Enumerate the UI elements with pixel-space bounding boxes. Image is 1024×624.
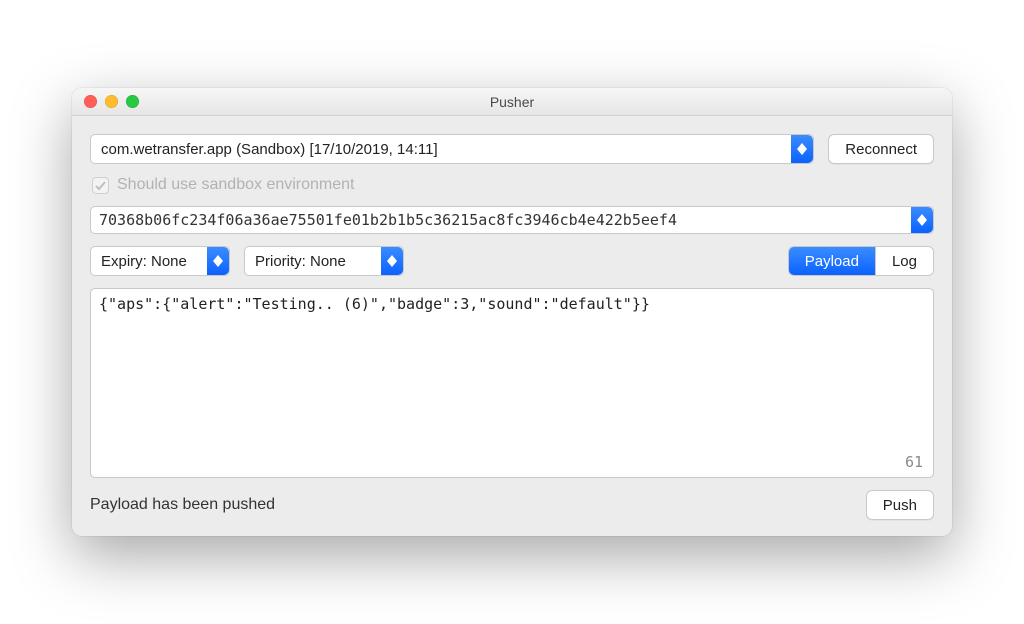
chevron-up-down-icon [791, 135, 813, 163]
push-label: Push [883, 497, 917, 514]
expiry-select[interactable]: Expiry: None [90, 246, 230, 276]
content-area: com.wetransfer.app (Sandbox) [17/10/2019… [72, 116, 952, 536]
status-text: Payload has been pushed [90, 496, 275, 514]
expiry-value: Expiry: None [101, 253, 187, 270]
tab-log-label: Log [892, 253, 917, 270]
sandbox-checkbox-label: Should use sandbox environment [117, 176, 355, 194]
app-identity-value: com.wetransfer.app (Sandbox) [17/10/2019… [101, 141, 438, 158]
priority-value: Priority: None [255, 253, 346, 270]
tab-log[interactable]: Log [875, 247, 933, 275]
device-token-select[interactable]: 70368b06fc234f06a36ae75501fe01b2b1b5c362… [90, 206, 934, 234]
window-title: Pusher [72, 94, 952, 110]
view-segment: Payload Log [788, 246, 934, 276]
reconnect-button[interactable]: Reconnect [828, 134, 934, 164]
priority-select[interactable]: Priority: None [244, 246, 404, 276]
reconnect-label: Reconnect [845, 141, 917, 158]
push-button[interactable]: Push [866, 490, 934, 520]
tab-payload-label: Payload [805, 253, 859, 270]
device-token-value: 70368b06fc234f06a36ae75501fe01b2b1b5c362… [99, 211, 677, 229]
payload-textarea[interactable]: {"aps":{"alert":"Testing.. (6)","badge":… [90, 288, 934, 478]
footer-row: Payload has been pushed Push [90, 490, 934, 520]
tab-payload[interactable]: Payload [789, 247, 875, 275]
chevron-up-down-icon [381, 247, 403, 275]
app-window: Pusher com.wetransfer.app (Sandbox) [17/… [72, 88, 952, 536]
check-icon [95, 180, 106, 191]
char-counter: 61 [905, 453, 923, 471]
sandbox-checkbox-row: Should use sandbox environment [90, 176, 934, 194]
titlebar: Pusher [72, 88, 952, 116]
payload-text: {"aps":{"alert":"Testing.. (6)","badge":… [99, 295, 650, 313]
app-identity-select[interactable]: com.wetransfer.app (Sandbox) [17/10/2019… [90, 134, 814, 164]
chevron-up-down-icon [911, 207, 933, 233]
sandbox-checkbox [92, 177, 109, 194]
chevron-up-down-icon [207, 247, 229, 275]
